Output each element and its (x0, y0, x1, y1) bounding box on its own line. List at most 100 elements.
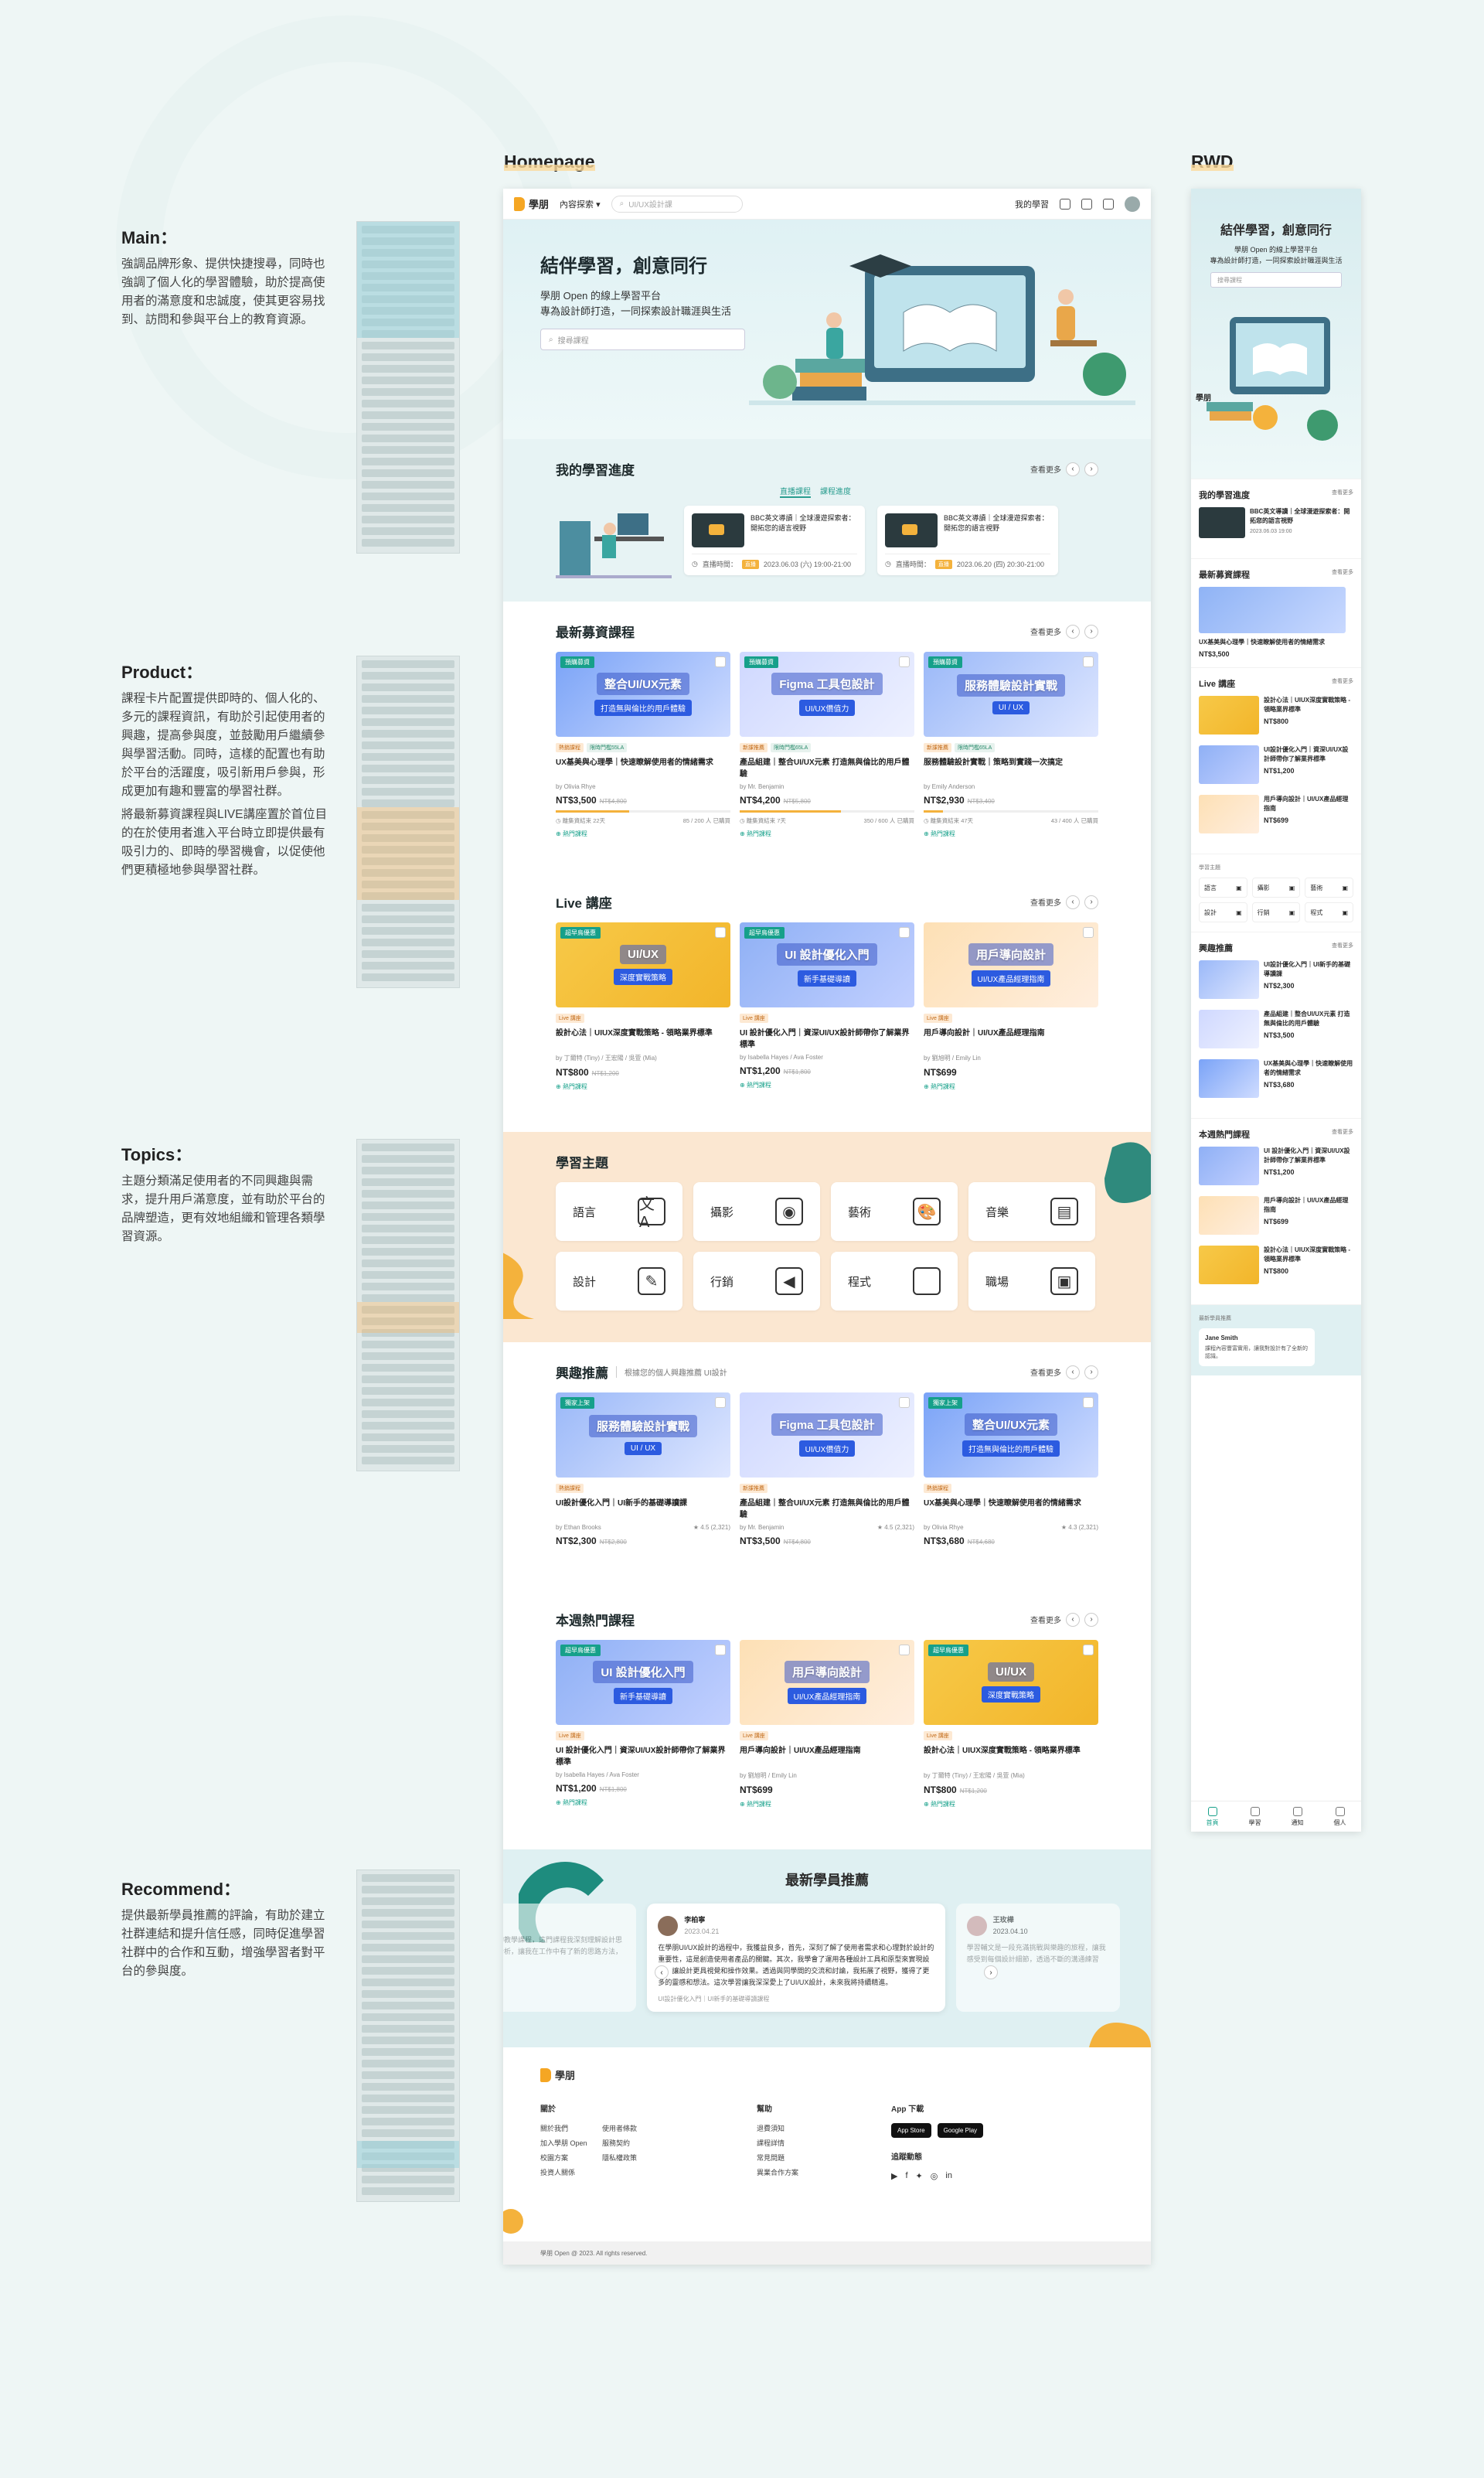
rwd-logo[interactable]: 學朋 (1196, 391, 1211, 403)
avatar[interactable] (1125, 196, 1140, 212)
footer-link[interactable]: 使用者條款 (602, 2123, 664, 2133)
chevron-right-icon[interactable]: › (1084, 895, 1098, 909)
facebook-icon[interactable]: f (905, 2171, 907, 2181)
bookmark-icon[interactable] (715, 656, 726, 667)
topic-card[interactable]: 行銷 ▣ (1251, 902, 1301, 922)
review-card[interactable]: 完整的教學課程，這門課程我深刻理解設計思維與分析，讓我在工作中有了新的思路方法，… (503, 1904, 637, 2012)
chevron-left-icon[interactable]: ‹ (655, 1965, 669, 1979)
tab-learning[interactable]: 學習 (1249, 1806, 1261, 1827)
instagram-icon[interactable]: ◎ (931, 2171, 938, 2181)
rwd-course-item[interactable]: 用戶導向設計｜UI/UX產品經理指南 NT$699 (1199, 795, 1353, 833)
chevron-left-icon[interactable]: ‹ (1066, 895, 1080, 909)
linkedin-icon[interactable]: in (945, 2171, 952, 2181)
bookmark-icon[interactable] (1083, 1645, 1094, 1655)
see-more-link[interactable]: 查看更多 ‹ › (1030, 1612, 1098, 1627)
review-card[interactable]: 王玫樺 2023.04.10 學習輔文是一段充滿挑戰與樂趣的旅程，讓我感受到每個設… (955, 1904, 1120, 2012)
twitter-icon[interactable]: ✦ (916, 2171, 923, 2181)
footer-link[interactable]: 隱私權政策 (602, 2152, 664, 2163)
bookmark-icon[interactable] (715, 1397, 726, 1408)
chevron-right-icon[interactable]: › (1084, 624, 1098, 639)
course-card[interactable]: 超早鳥優惠 UI/UX 深度實戰策略 Live 講座 設計心法｜UIUX深度實戰策… (556, 922, 730, 1091)
chevron-left-icon[interactable]: ‹ (1066, 1365, 1080, 1379)
bookmark-icon[interactable] (1083, 1397, 1094, 1408)
footer-link[interactable]: 服務契約 (602, 2138, 664, 2148)
footer-link[interactable]: 關於我們 (540, 2123, 602, 2133)
course-card[interactable]: 預購募資 Figma 工具包設計 UI/UX價值力 新課推薦 限時門檻65LA 產品… (740, 652, 914, 838)
topic-card[interactable]: 藝術 🎨 (831, 1182, 958, 1241)
topic-card[interactable]: 語言 ▣ (1199, 878, 1247, 898)
bookmark-icon[interactable] (1083, 656, 1094, 667)
footer-link[interactable]: 加入學朋 Open (540, 2138, 602, 2148)
review-card[interactable]: Jane Smith 課程內容豐富實用，讓我對設計有了全新的認識。 (1199, 1328, 1315, 1366)
chevron-right-icon[interactable]: › (1084, 1365, 1098, 1379)
chevron-left-icon[interactable]: ‹ (1066, 462, 1080, 476)
topic-card[interactable]: 語言 文A (556, 1182, 682, 1241)
hot-course-link[interactable]: ⊕ 熱門課程 (740, 830, 914, 838)
course-thumbnail[interactable] (1199, 587, 1346, 633)
bookmark-icon[interactable] (715, 927, 726, 938)
see-more-link[interactable]: 查看更多 ‹ › (1030, 462, 1098, 476)
explore-menu[interactable]: 內容探索 ▾ (560, 198, 601, 210)
hero-search-input[interactable]: ⌕ 搜尋課程 (540, 329, 745, 350)
topic-card[interactable]: 藝術 ▣ (1305, 878, 1353, 898)
course-card[interactable]: 獨家上架 整合UI/UX元素 打造無與倫比的用戶體驗 熱銷課程 UX基美與心理學｜… (924, 1392, 1098, 1546)
topic-card[interactable]: 程式 (831, 1252, 958, 1311)
rwd-search-input[interactable]: 搜尋課程 (1210, 272, 1342, 288)
chat-button[interactable] (503, 2209, 523, 2234)
see-more-link[interactable]: 查看更多 (1332, 568, 1353, 581)
rwd-course-item[interactable]: UX基美與心理學｜快速瞭解使用者的情緒需求 NT$3,680 (1199, 1059, 1353, 1098)
rwd-course-item[interactable]: 設計心法｜UIUX深度實戰策略 - 領略業界標準 NT$800 (1199, 696, 1353, 735)
tab-progress[interactable]: 課程進度 (820, 485, 851, 498)
footer-link[interactable]: 投資人關係 (540, 2167, 602, 2177)
tab-live[interactable]: 直播課程 (780, 485, 811, 498)
footer-link[interactable]: 常見問題 (757, 2152, 798, 2163)
rwd-course-item[interactable]: UI 設計優化入門｜資深UI/UX設計師帶你了解業界標準 NT$1,200 (1199, 1147, 1353, 1185)
footer-link[interactable]: 課程詳情 (757, 2138, 798, 2148)
course-card[interactable]: 用戶導向設計 UI/UX產品經理指南 Live 講座 用戶導向設計｜UI/UX產品… (740, 1640, 914, 1808)
course-card[interactable]: 超早鳥優惠 UI/UX 深度實戰策略 Live 講座 設計心法｜UIUX深度實戰策… (924, 1640, 1098, 1808)
google-play-button[interactable]: Google Play (937, 2123, 984, 2138)
see-more-link[interactable]: 查看更多 (1332, 1128, 1353, 1140)
chevron-left-icon[interactable]: ‹ (1066, 1612, 1080, 1627)
course-card[interactable]: 預購募資 整合UI/UX元素 打造無與倫比的用戶體驗 熱銷課程 限時門檻55LA U… (556, 652, 730, 838)
see-more-link[interactable]: 查看更多 ‹ › (1030, 624, 1098, 639)
chevron-right-icon[interactable]: › (1084, 462, 1098, 476)
bookmark-icon[interactable] (899, 927, 910, 938)
course-card[interactable]: 超早鳥優惠 UI 設計優化入門 新手基礎導讀 Live 講座 UI 設計優化入門｜… (556, 1640, 730, 1808)
bookmark-icon[interactable] (899, 656, 910, 667)
course-card[interactable]: 預購募資 服務體驗設計實戰 UI / UX 新課推薦 限時門檻65LA 服務體驗設計… (924, 652, 1098, 838)
bookmark-icon[interactable] (899, 1645, 910, 1655)
live-progress-card[interactable]: BBC英文導讀｜全球漫遊探索者：開拓您的語言視野 ◷ 直播時間： 直播 2023.06… (684, 506, 865, 575)
see-more-link[interactable]: 查看更多 (1332, 942, 1353, 954)
chevron-left-icon[interactable]: ‹ (1066, 624, 1080, 639)
chevron-right-icon[interactable]: › (1084, 1612, 1098, 1627)
search-input[interactable]: ⌕ UI/UX設計課 (611, 195, 743, 213)
see-more-link[interactable]: 查看更多 ‹ › (1030, 1365, 1098, 1379)
app-store-button[interactable]: App Store (891, 2123, 931, 2138)
hot-course-link[interactable]: ⊕ 熱門課程 (924, 830, 1098, 838)
course-card[interactable]: 獨家上架 服務體驗設計實戰 UI / UX 熱銷課程 UI設計優化入門｜UI新手的… (556, 1392, 730, 1546)
bell-icon[interactable] (1103, 198, 1114, 210)
topic-card[interactable]: 設計 ▣ (1199, 902, 1247, 922)
hot-course-link[interactable]: ⊕ 熱門課程 (556, 1082, 730, 1091)
course-card[interactable]: 用戶導向設計 UI/UX產品經理指南 Live 講座 用戶導向設計｜UI/UX產品… (924, 922, 1098, 1091)
review-card-main[interactable]: 李柏寧 2023.04.21 在學朋UI/UX設計的過程中，我獲益良多，首先，深刻… (647, 1904, 945, 2012)
rwd-course-item[interactable]: 用戶導向設計｜UI/UX產品經理指南 NT$699 (1199, 1196, 1353, 1235)
hot-course-link[interactable]: ⊕ 熱門課程 (740, 1081, 914, 1089)
topic-card[interactable]: 程式 ▣ (1305, 902, 1353, 922)
bookmark-icon[interactable] (715, 1645, 726, 1655)
hot-course-link[interactable]: ⊕ 熱門課程 (556, 1798, 730, 1807)
footer-logo[interactable]: 學朋 (540, 2067, 1114, 2082)
tab-home[interactable]: 首頁 (1207, 1806, 1219, 1827)
topic-card[interactable]: 設計 ✎ (556, 1252, 682, 1311)
tab-notifications[interactable]: 通知 (1292, 1806, 1304, 1827)
footer-link[interactable]: 退費須知 (757, 2123, 798, 2133)
see-more-link[interactable]: 查看更多 (1332, 489, 1353, 501)
rwd-course-item[interactable]: 產品組建｜整合UI/UX元素 打造無與倫比的用戶體驗 NT$3,500 (1199, 1010, 1353, 1048)
brand-logo[interactable]: 學朋 (514, 196, 549, 211)
youtube-icon[interactable]: ▶ (891, 2171, 897, 2181)
hot-course-link[interactable]: ⊕ 熱門課程 (740, 1800, 914, 1808)
bookmark-icon[interactable] (1060, 198, 1070, 210)
rwd-course-item[interactable]: 設計心法｜UIUX深度實戰策略 - 領略業界標準 NT$800 (1199, 1246, 1353, 1284)
bookmark-icon[interactable] (1083, 927, 1094, 938)
